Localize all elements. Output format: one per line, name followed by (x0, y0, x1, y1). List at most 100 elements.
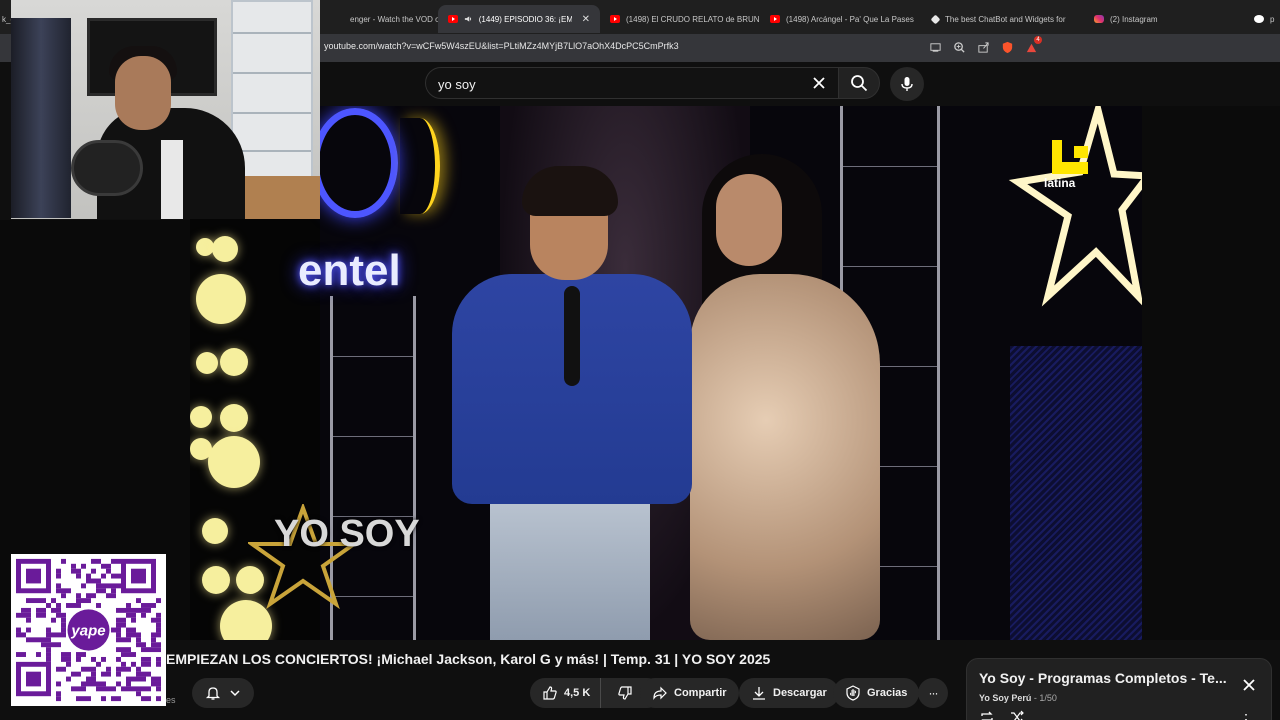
webcam-overlay (11, 0, 320, 219)
extension-icon[interactable]: 4 (1024, 36, 1042, 54)
more-icon: ··· (928, 686, 939, 700)
speaker-icon[interactable] (464, 14, 473, 24)
playlist-title[interactable]: Yo Soy - Programas Completos - Te... (979, 670, 1229, 686)
share-arrow-icon (653, 686, 667, 700)
search-icon (851, 75, 868, 92)
host-dress (690, 274, 880, 640)
youtube-icon (448, 15, 458, 23)
google-icon (1254, 15, 1264, 23)
tab-7[interactable]: (2) Instagram (1084, 5, 1244, 33)
youtube-icon (610, 15, 620, 23)
thanks-button[interactable]: Gracias (833, 678, 920, 708)
extension-badge: 4 (1034, 36, 1042, 44)
like-button[interactable]: 4,5 K (530, 678, 602, 708)
url-field[interactable]: youtube.com/watch?v=wCFw5W4szEU&list=PLt… (324, 41, 679, 51)
thumbs-down-icon (618, 686, 632, 700)
share-icon[interactable] (976, 40, 990, 54)
tab-label: (1449) EPISODIO 36: ¡EMPIE (478, 14, 572, 24)
playlist-channel[interactable]: Yo Soy Perú (979, 693, 1031, 703)
subscribe-notifications-button[interactable] (192, 678, 254, 708)
share-button[interactable]: Compartir (640, 678, 739, 708)
floor (241, 176, 320, 219)
led-dot (190, 406, 212, 428)
tab-label: (1498) Arcángel - Pa' Que La Pases (786, 14, 914, 24)
tab-active[interactable]: (1449) EPISODIO 36: ¡EMPIE ✕ (438, 5, 600, 33)
tab-4[interactable]: (1498) El CRUDO RELATO de BRUN (600, 5, 760, 33)
led-dot (220, 348, 248, 376)
tab-8[interactable]: p (1244, 5, 1280, 33)
thumbs-up-icon (543, 686, 557, 700)
tab-label: (2) Instagram (1110, 14, 1158, 24)
tab-label: The best ChatBot and Widgets for (945, 14, 1066, 24)
subscriber-count: es (166, 695, 176, 705)
yape-brand-text: yape (70, 624, 105, 640)
streamer-face (115, 56, 171, 130)
tab-label: (1498) El CRUDO RELATO de BRUN (626, 14, 760, 24)
search-button[interactable] (838, 67, 880, 99)
bell-icon (205, 687, 221, 700)
screen: k_c enger - Watch the VOD on Kic (1449) … (0, 0, 1280, 720)
video-title: EMPIEZAN LOS CONCIERTOS! ¡Michael Jackso… (166, 651, 771, 667)
brave-shield-icon[interactable] (1000, 40, 1014, 54)
entel-neon-text: entel (298, 246, 401, 295)
playlist-meta: Yo Soy Perú - 1/50 (979, 693, 1057, 703)
led-dot (202, 566, 230, 594)
yo-soy-logo-text: YO SOY (274, 513, 420, 555)
more-actions-button[interactable]: ··· (918, 678, 948, 708)
search-input[interactable]: yo soy (425, 67, 839, 99)
tab-5[interactable]: (1498) Arcángel - Pa' Que La Pases (760, 5, 922, 33)
cast-icon[interactable] (928, 40, 942, 54)
led-dot (208, 436, 260, 488)
microphone (564, 286, 580, 386)
voice-search-button[interactable] (890, 67, 924, 101)
tab-2[interactable]: enger - Watch the VOD on Kic (340, 5, 438, 33)
latina-logo-mark (1052, 140, 1088, 174)
led-dot (196, 352, 218, 374)
shuffle-icon[interactable] (1009, 709, 1025, 720)
close-icon[interactable] (1241, 677, 1257, 693)
address-bar-actions: 4 (928, 36, 1042, 54)
contestant-hair (522, 166, 618, 216)
like-count: 4,5 K (564, 687, 591, 699)
zoom-icon[interactable] (952, 40, 966, 54)
led-dot (202, 518, 228, 544)
tab-6[interactable]: The best ChatBot and Widgets for (922, 5, 1084, 33)
latina-channel-bug: latina (1044, 176, 1076, 190)
streamer-microphone (71, 140, 143, 196)
led-dot (212, 236, 238, 262)
playlist-controls (979, 709, 1025, 720)
yape-qr-code: yape (11, 554, 166, 706)
super-thanks-icon (846, 685, 860, 701)
download-button[interactable]: Descargar (739, 678, 839, 708)
latina-star-logo (1008, 106, 1142, 307)
playlist-menu-icon[interactable]: ⋮ (1239, 711, 1253, 720)
led-panel (1010, 346, 1142, 640)
microphone-icon (901, 77, 913, 91)
youtube-icon (770, 15, 780, 23)
entel-neon-bracket (400, 118, 440, 214)
playlist-position: 1/50 (1039, 693, 1057, 703)
tab-label: enger - Watch the VOD on Kic (350, 14, 438, 24)
download-label: Descargar (773, 687, 827, 699)
share-label: Compartir (674, 687, 727, 699)
video-player[interactable]: entel latina YO SOY (190, 106, 1142, 640)
diamond-icon (930, 14, 941, 24)
host-face (716, 174, 782, 266)
tab-close-icon[interactable]: ✕ (582, 14, 590, 25)
hanging-clothes (11, 18, 71, 218)
jacket-stripe (161, 140, 183, 219)
contestant-jeans (490, 504, 650, 640)
tab-label: p (1270, 14, 1275, 24)
instagram-icon (1094, 15, 1104, 23)
entel-neon-logo (312, 108, 398, 218)
chevron-down-icon (230, 690, 240, 697)
led-dot (220, 404, 248, 432)
led-dot (196, 274, 246, 324)
loop-icon[interactable] (979, 709, 995, 720)
download-icon (753, 687, 765, 700)
thanks-label: Gracias (867, 687, 908, 699)
playlist-panel: Yo Soy - Programas Completos - Te... Yo … (966, 658, 1272, 720)
clear-icon[interactable] (810, 74, 828, 92)
right-dark-area (1142, 106, 1280, 640)
search-query: yo soy (438, 77, 476, 92)
